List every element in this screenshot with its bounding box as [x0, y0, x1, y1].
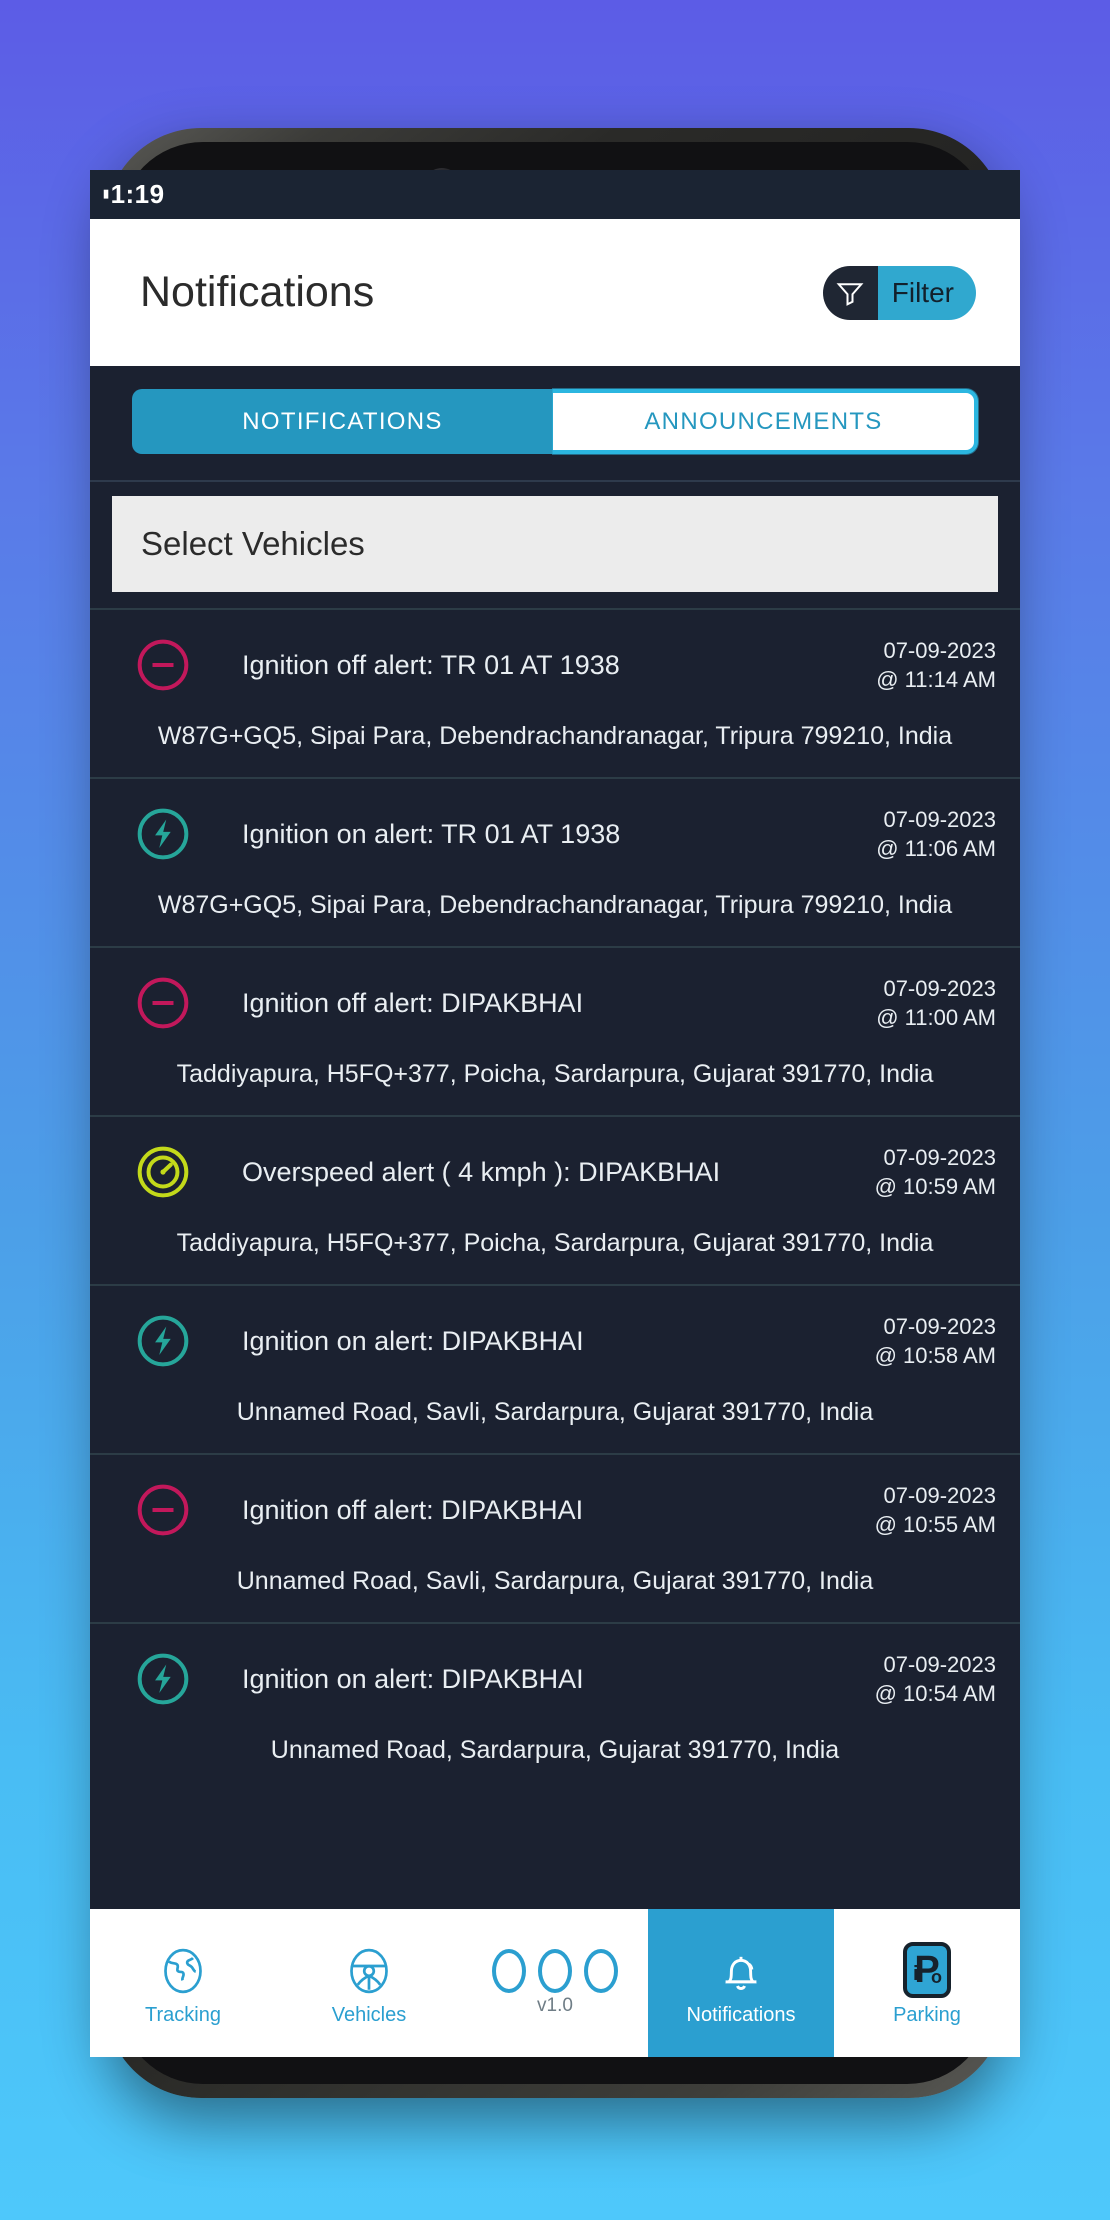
tab-bar: NOTIFICATIONS ANNOUNCEMENTS [90, 366, 1020, 480]
notification-row-header: Overspeed alert ( 4 kmph ): DIPAKBHAI 07-… [90, 1117, 1020, 1201]
notification-timestamp: 07-09-2023 @ 10:59 AM [875, 1143, 996, 1201]
nav-item-tracking[interactable]: Tracking [90, 1909, 276, 2057]
bell-icon [716, 1940, 766, 1998]
app-logo-icon: v1.0 [492, 1949, 618, 2017]
notification-address: Unnamed Road, Sardarpura, Gujarat 391770… [270, 1736, 840, 1765]
globe-icon [158, 1940, 208, 1998]
notification-date: 07-09-2023 [883, 807, 996, 833]
notification-timestamp: 07-09-2023 @ 10:55 AM [875, 1481, 996, 1539]
vehicle-selector-container: Select Vehicles [90, 482, 1020, 608]
notification-title: Ignition on alert: TR 01 AT 1938 [242, 818, 621, 849]
notification-row[interactable]: Ignition on alert: DIPAKBHAI 07-09-2023 @ … [90, 1622, 1020, 1791]
notification-date: 07-09-2023 [883, 638, 996, 663]
nav-item-notifications[interactable]: Notifications [648, 1909, 834, 2057]
overspeed-icon [135, 1144, 191, 1200]
select-vehicles-label: Select Vehicles [141, 525, 365, 562]
notification-date: 07-09-2023 [883, 1483, 996, 1509]
notification-time: @ 11:14 AM [876, 667, 996, 693]
notification-row[interactable]: Overspeed alert ( 4 kmph ): DIPAKBHAI 07-… [90, 1115, 1020, 1284]
status-bar-clock: 1:19 [103, 179, 165, 210]
notification-date: 07-09-2023 [883, 1652, 996, 1678]
filter-button-label: Filter [877, 265, 976, 320]
notification-timestamp: 07-09-2023 @ 10:54 AM [875, 1650, 996, 1708]
notification-timestamp: 07-09-2023 @ 11:00 AM [876, 974, 996, 1032]
notification-title: Ignition on alert: DIPAKBHAI [242, 1325, 584, 1356]
app-bar: Notifications Filter [90, 219, 1020, 366]
nav-item-label: Notifications [686, 2003, 796, 2026]
notification-date: 07-09-2023 [883, 1314, 996, 1340]
notification-row[interactable]: Ignition on alert: DIPAKBHAI 07-09-2023 @ … [90, 1284, 1020, 1453]
app-version-label: v1.0 [537, 1995, 573, 2016]
notification-address: W87G+GQ5, Sipai Para, Debendrachandranag… [157, 722, 953, 751]
filter-button[interactable]: Filter [822, 265, 976, 320]
bottom-navigation-bar: Tracking Vehicles v1.0 Notifications i Po Park… [90, 1909, 1020, 2057]
ignition-off-icon [135, 975, 191, 1031]
nav-item-label: Tracking [145, 2003, 221, 2026]
logo-circle [584, 1949, 618, 1993]
notification-address: Taddiyapura, H5FQ+377, Poicha, Sardarpur… [176, 1060, 934, 1089]
notification-time: @ 10:55 AM [874, 1512, 996, 1538]
nav-item-app-logo[interactable]: v1.0 [462, 1909, 648, 2057]
notification-time: @ 11:06 AM [876, 836, 996, 862]
ignition-off-icon [135, 1482, 191, 1538]
notification-row-header: Ignition off alert: DIPAKBHAI 07-09-2023 @… [90, 1455, 1020, 1539]
logo-circle [492, 1949, 526, 1993]
page-title: Notifications [140, 268, 375, 316]
notification-timestamp: 07-09-2023 @ 10:58 AM [875, 1312, 996, 1370]
notification-row[interactable]: Ignition on alert: TR 01 AT 1938 07-09-20… [90, 777, 1020, 946]
notification-title: Overspeed alert ( 4 kmph ): DIPAKBHAI [242, 1156, 721, 1187]
notification-timestamp: 07-09-2023 @ 11:14 AM [876, 636, 996, 694]
notification-row[interactable]: Ignition off alert: DIPAKBHAI 07-09-2023 @… [90, 1453, 1020, 1622]
notification-time: @ 10:59 AM [874, 1174, 996, 1200]
ignition-on-icon [135, 1313, 191, 1369]
notification-address: Taddiyapura, H5FQ+377, Poicha, Sardarpur… [176, 1229, 934, 1258]
parking-icon: iPo [903, 1940, 951, 1998]
notification-time: @ 11:00 AM [876, 1005, 996, 1031]
notification-date: 07-09-2023 [883, 976, 996, 1002]
notification-address: W87G+GQ5, Sipai Para, Debendrachandranag… [157, 891, 953, 920]
ignition-on-icon [135, 806, 191, 862]
phone-screen: 1:19 Notifications Filter NOTIFICATIONS … [90, 170, 1020, 2057]
notification-title: Ignition on alert: DIPAKBHAI [242, 1663, 584, 1694]
notification-row[interactable]: Ignition off alert: DIPAKBHAI 07-09-2023 @… [90, 946, 1020, 1115]
status-bar: 1:19 [90, 170, 1020, 219]
nav-item-parking[interactable]: i Po Parking [834, 1909, 1020, 2057]
filter-funnel-icon [822, 265, 878, 320]
select-vehicles-dropdown[interactable]: Select Vehicles [112, 496, 998, 592]
notification-time: @ 10:58 AM [874, 1343, 996, 1369]
notification-title: Ignition off alert: DIPAKBHAI [242, 987, 584, 1018]
notification-date: 07-09-2023 [883, 1145, 996, 1171]
notification-row-header: Ignition on alert: DIPAKBHAI 07-09-2023 @ … [90, 1286, 1020, 1370]
notification-address: Unnamed Road, Savli, Sardarpura, Gujarat… [236, 1398, 874, 1427]
notification-row[interactable]: Ignition off alert: TR 01 AT 1938 07-09-2… [90, 608, 1020, 777]
notification-title: Ignition off alert: DIPAKBHAI [242, 1494, 584, 1525]
tab-notifications[interactable]: NOTIFICATIONS [132, 389, 553, 454]
logo-circle [538, 1949, 572, 1993]
nav-item-label: Vehicles [331, 2003, 407, 2026]
notification-address: Unnamed Road, Savli, Sardarpura, Gujarat… [236, 1567, 874, 1596]
notification-row-header: Ignition off alert: TR 01 AT 1938 07-09-2… [90, 610, 1020, 694]
ignition-on-icon [135, 1651, 191, 1707]
notification-timestamp: 07-09-2023 @ 11:06 AM [876, 805, 996, 863]
nav-item-vehicles[interactable]: Vehicles [276, 1909, 462, 2057]
notification-title: Ignition off alert: TR 01 AT 1938 [242, 649, 620, 680]
steering-wheel-icon [344, 1940, 394, 1998]
notification-list[interactable]: Ignition off alert: TR 01 AT 1938 07-09-2… [90, 608, 1020, 1792]
nav-item-label: Parking [893, 2003, 961, 2026]
notification-row-header: Ignition off alert: DIPAKBHAI 07-09-2023 @… [90, 948, 1020, 1032]
notification-time: @ 10:54 AM [874, 1681, 996, 1707]
ignition-off-icon [135, 637, 191, 693]
tab-announcements[interactable]: ANNOUNCEMENTS [553, 389, 978, 454]
notification-row-header: Ignition on alert: DIPAKBHAI 07-09-2023 @ … [90, 1624, 1020, 1708]
notification-row-header: Ignition on alert: TR 01 AT 1938 07-09-20… [90, 779, 1020, 863]
